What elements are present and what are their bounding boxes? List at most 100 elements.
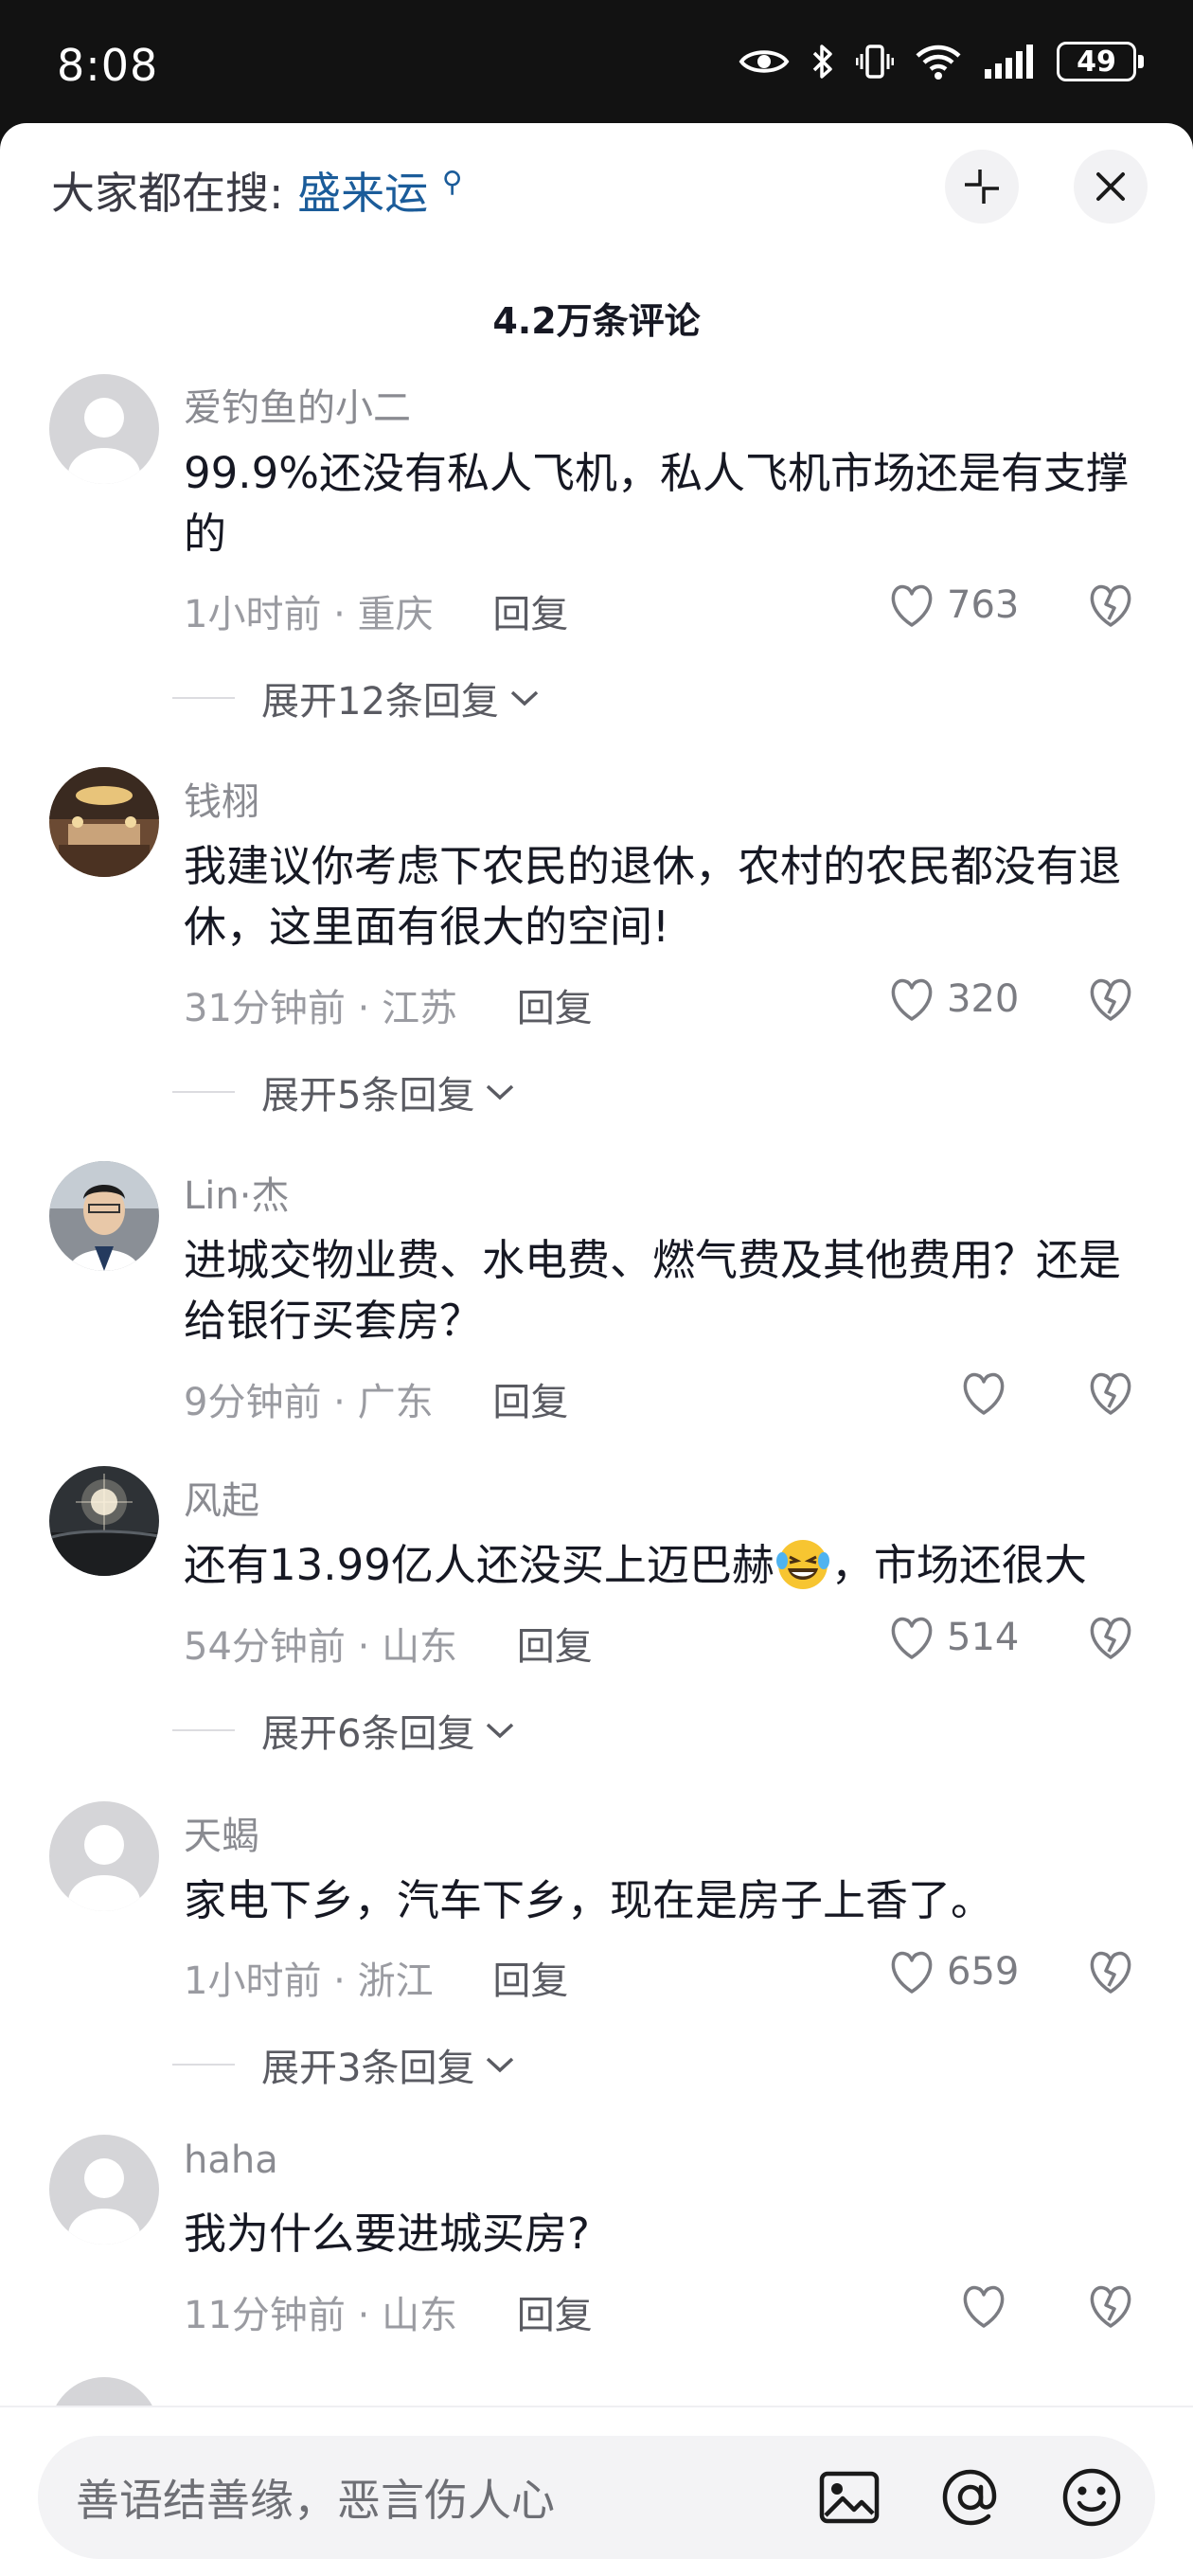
- expand-replies-button[interactable]: 展开3条回复: [172, 2037, 516, 2092]
- search-term-link[interactable]: 盛来运: [297, 168, 428, 219]
- avatar[interactable]: [49, 1466, 159, 1576]
- avatar[interactable]: [49, 1161, 159, 1271]
- battery-level: 49: [1077, 45, 1116, 79]
- image-icon[interactable]: [816, 2464, 882, 2531]
- status-icons: 49: [739, 42, 1144, 81]
- comment-meta: 11分钟前 · 山东 回复: [184, 2294, 593, 2337]
- comment-meta: 1小时前 · 浙江 回复: [184, 1959, 569, 2003]
- heart-icon: [891, 978, 933, 1021]
- broken-heart-icon: [1090, 1951, 1131, 1994]
- battery-icon: 49: [1057, 42, 1144, 81]
- bluetooth-icon: [812, 45, 832, 79]
- dislike-button[interactable]: [1085, 1614, 1136, 1665]
- broken-heart-icon: [1090, 978, 1131, 1021]
- expand-replies-label: 展开12条回复: [261, 680, 499, 724]
- comment-input-bar: 善语结善缘，恶言伤人心: [0, 2406, 1193, 2576]
- reply-button[interactable]: 回复: [517, 1625, 593, 1669]
- comment-time: 31分钟前: [184, 987, 346, 1030]
- expand-replies-button[interactable]: 展开5条回复: [172, 1064, 516, 1119]
- heart-icon: [891, 1951, 933, 1994]
- chevron-down-icon: [510, 690, 539, 707]
- comment-username[interactable]: 爱钓鱼的小二: [184, 377, 411, 432]
- dislike-button[interactable]: [1085, 1948, 1136, 1999]
- reply-button[interactable]: 回复: [492, 1959, 568, 2003]
- laughing-emoji-icon: [775, 1540, 829, 1589]
- broken-heart-icon: [1090, 1617, 1131, 1659]
- comment-time: 9分钟前: [184, 1381, 322, 1424]
- comment-text: 我为什么要进城买房?: [184, 2209, 590, 2259]
- expand-replies-label: 展开6条回复: [261, 1712, 475, 1756]
- comment-text-part: ，市场还很大: [830, 1540, 1087, 1590]
- comment-location: 江苏: [382, 987, 458, 1030]
- comment-username[interactable]: 风起: [184, 1470, 259, 1525]
- like-button[interactable]: [958, 2282, 1009, 2330]
- comment-username[interactable]: Lin·杰: [184, 1165, 289, 1220]
- close-button[interactable]: [1074, 150, 1148, 224]
- comment-sheet: 大家都在搜: 盛来运 ⚲ 4.2万条评论 爱钓鱼的小二 99.9%还没有私人飞机…: [0, 123, 1193, 2576]
- heart-icon: [891, 584, 933, 627]
- comment-text: 我建议你考虑下农民的退休，农村的农民都没有退休，这里面有很大的空间!: [184, 841, 1122, 952]
- like-button[interactable]: 320: [886, 975, 1019, 1023]
- comment-text-part: 还有13.99亿人还没买上迈巴赫: [184, 1540, 775, 1590]
- search-suggestion[interactable]: 大家都在搜: 盛来运 ⚲: [51, 159, 463, 222]
- reply-button[interactable]: 回复: [517, 2294, 593, 2337]
- comment-text: 还有13.99亿人还没买上迈巴赫 ，市场还很大: [184, 1535, 1149, 1596]
- reply-button[interactable]: 回复: [492, 593, 568, 636]
- chevron-down-icon: [487, 1723, 514, 1739]
- comment-text: 进城交物业费、水电费、燃气费及其他费用？还是给银行买套房？: [184, 1235, 1122, 1346]
- like-count: 320: [947, 977, 1020, 1021]
- minimize-button[interactable]: [945, 150, 1019, 224]
- expand-replies-button[interactable]: 展开12条回复: [172, 671, 541, 725]
- like-count: 763: [947, 583, 1020, 627]
- reply-button[interactable]: 回复: [492, 1381, 568, 1424]
- vibrate-icon: [856, 45, 894, 79]
- emoji-icon[interactable]: [1059, 2464, 1125, 2531]
- like-button[interactable]: 763: [886, 581, 1019, 629]
- comment-username[interactable]: 天蝎: [184, 1805, 259, 1860]
- dislike-button[interactable]: [1085, 2282, 1136, 2334]
- at-icon[interactable]: [937, 2464, 1004, 2531]
- like-button[interactable]: [958, 1369, 1009, 1417]
- comment-username[interactable]: 钱栩: [184, 771, 259, 826]
- avatar[interactable]: [49, 1801, 159, 1911]
- avatar[interactable]: [49, 374, 159, 484]
- avatar[interactable]: [49, 2135, 159, 2245]
- dislike-button[interactable]: [1085, 975, 1136, 1027]
- like-button[interactable]: 514: [886, 1614, 1019, 1661]
- broken-heart-icon: [1090, 2285, 1131, 2328]
- like-count: 659: [947, 1950, 1020, 1994]
- comment-location: 山东: [382, 2294, 458, 2337]
- status-time: 8:08: [57, 40, 159, 91]
- chevron-down-icon: [487, 2057, 514, 2073]
- like-button[interactable]: 659: [886, 1948, 1019, 1995]
- dislike-button[interactable]: [1085, 1369, 1136, 1421]
- heart-icon: [963, 2285, 1005, 2328]
- minimize-icon: [965, 170, 999, 204]
- heart-icon: [963, 1372, 1005, 1415]
- expand-replies-button[interactable]: 展开6条回复: [172, 1703, 516, 1758]
- comment-count-title: 4.2万条评论: [492, 300, 701, 342]
- comment-meta: 1小时前 · 重庆 回复: [184, 593, 569, 636]
- expand-replies-label: 展开5条回复: [261, 1074, 475, 1118]
- eye-icon: [739, 50, 790, 73]
- avatar[interactable]: [49, 767, 159, 877]
- search-prefix: 大家都在搜:: [51, 168, 284, 219]
- reply-button[interactable]: 回复: [517, 987, 593, 1030]
- comment-time: 1小时前: [184, 1959, 322, 2003]
- comment-meta: 54分钟前 · 山东 回复: [184, 1625, 593, 1669]
- broken-heart-icon: [1090, 1372, 1131, 1415]
- comment-input-placeholder: 善语结善缘，恶言伤人心: [76, 2475, 555, 2526]
- wifi-icon: [916, 45, 961, 80]
- dislike-button[interactable]: [1085, 581, 1136, 633]
- comment-location: 重庆: [357, 593, 434, 636]
- comment-input[interactable]: 善语结善缘，恶言伤人心: [38, 2436, 1155, 2559]
- close-icon: [1096, 172, 1125, 201]
- comment-time: 1小时前: [184, 593, 322, 636]
- comment-location: 浙江: [357, 1959, 434, 2003]
- status-bar: 8:08 49: [0, 0, 1193, 123]
- comment-location: 山东: [382, 1625, 458, 1669]
- signal-icon: [985, 45, 1033, 79]
- comment-username[interactable]: haha: [184, 2138, 278, 2182]
- comment-meta: 31分钟前 · 江苏 回复: [184, 987, 593, 1030]
- comment-time: 11分钟前: [184, 2294, 346, 2337]
